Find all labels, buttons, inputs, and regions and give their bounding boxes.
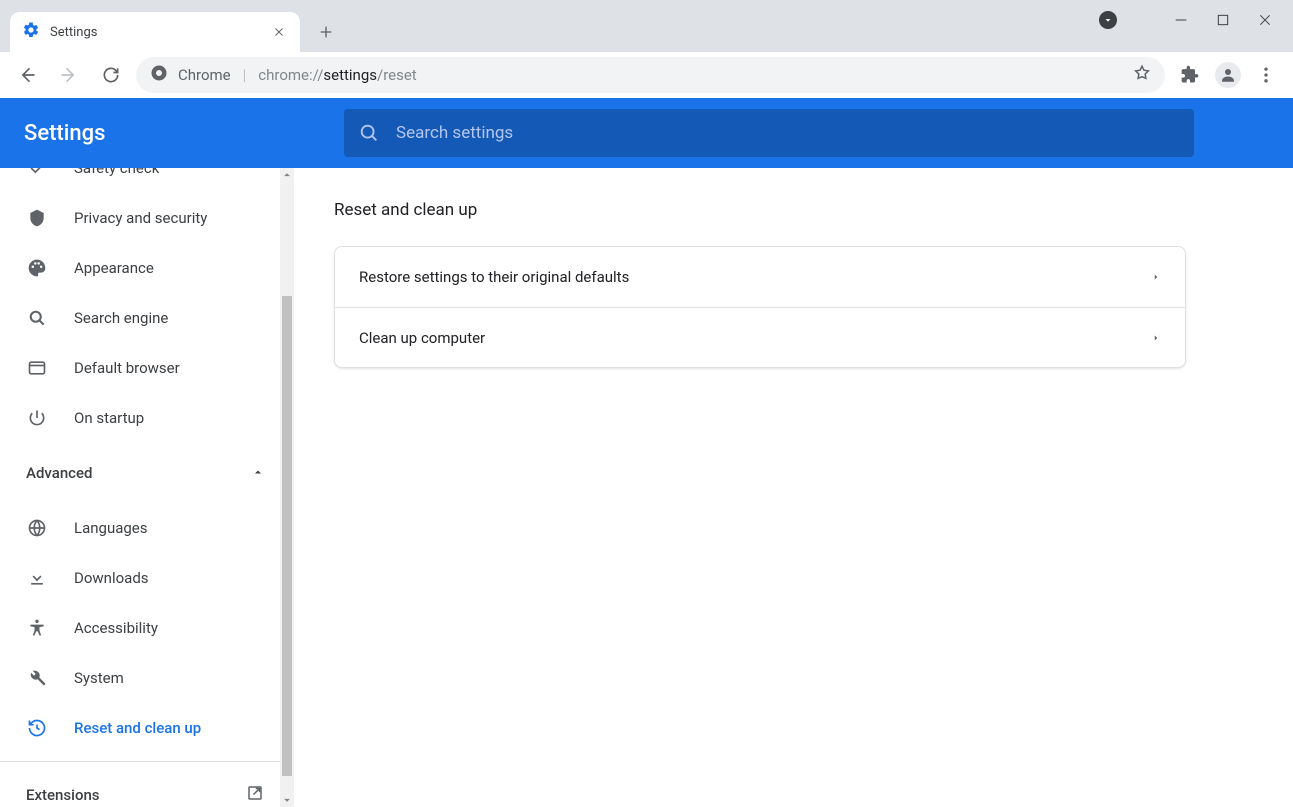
chevron-up-icon — [252, 464, 264, 482]
sidebar-item-system[interactable]: System — [0, 653, 288, 703]
download-icon — [26, 567, 48, 589]
sidebar-item-appearance[interactable]: Appearance — [0, 243, 288, 293]
address-bar[interactable]: Chrome | chrome://settings/reset — [136, 57, 1165, 93]
forward-button[interactable] — [52, 58, 86, 92]
share-icon[interactable] — [1099, 11, 1117, 29]
profile-avatar[interactable] — [1215, 62, 1241, 88]
search-icon — [358, 122, 380, 144]
settings-header: Settings — [0, 98, 1293, 168]
extensions-icon[interactable] — [1173, 58, 1207, 92]
chrome-icon — [150, 64, 168, 86]
search-icon — [26, 307, 48, 329]
gear-icon — [22, 21, 40, 43]
sidebar-item-extensions[interactable]: Extensions — [0, 770, 288, 807]
row-clean-up-computer[interactable]: Clean up computer — [335, 307, 1185, 367]
url-text: chrome://settings/reset — [258, 66, 1123, 84]
sidebar-advanced-toggle[interactable]: Advanced — [0, 443, 288, 503]
sidebar-item-privacy[interactable]: Privacy and security — [0, 193, 288, 243]
section-title: Reset and clean up — [334, 200, 1253, 220]
globe-icon — [26, 517, 48, 539]
browser-icon — [26, 357, 48, 379]
wrench-icon — [26, 667, 48, 689]
new-tab-button[interactable] — [310, 16, 342, 48]
tab-strip: Settings — [0, 0, 1293, 52]
bookmark-icon[interactable] — [1133, 64, 1151, 86]
close-icon[interactable] — [270, 23, 288, 41]
sidebar-item-languages[interactable]: Languages — [0, 503, 288, 553]
search-input[interactable] — [396, 123, 1180, 143]
settings-sidebar: You and Google Autofill Safety check Pri… — [0, 168, 294, 807]
window-controls — [1079, 0, 1293, 40]
restore-icon — [26, 717, 48, 739]
minimize-button[interactable] — [1173, 12, 1189, 28]
palette-icon — [26, 257, 48, 279]
origin-label: Chrome — [178, 66, 231, 84]
back-button[interactable] — [10, 58, 44, 92]
chevron-right-icon — [1151, 268, 1161, 286]
page-title: Settings — [24, 121, 304, 146]
open-in-new-icon — [246, 784, 264, 806]
power-icon — [26, 407, 48, 429]
shield-icon — [26, 207, 48, 229]
sidebar-scrollbar[interactable] — [280, 168, 294, 807]
browser-toolbar: Chrome | chrome://settings/reset — [0, 52, 1293, 98]
chevron-right-icon — [1151, 329, 1161, 347]
scrollbar-thumb[interactable] — [282, 296, 292, 776]
maximize-button[interactable] — [1215, 12, 1231, 28]
sidebar-item-on-startup[interactable]: On startup — [0, 393, 288, 443]
row-restore-defaults[interactable]: Restore settings to their original defau… — [335, 247, 1185, 307]
tab-title: Settings — [50, 25, 260, 40]
browser-tab[interactable]: Settings — [10, 12, 300, 52]
close-button[interactable] — [1257, 12, 1273, 28]
reload-button[interactable] — [94, 58, 128, 92]
check-icon — [26, 168, 48, 179]
scroll-up-icon[interactable] — [280, 168, 294, 182]
menu-button[interactable] — [1249, 58, 1283, 92]
page-body: You and Google Autofill Safety check Pri… — [0, 168, 1293, 807]
sidebar-item-default-browser[interactable]: Default browser — [0, 343, 288, 393]
scroll-down-icon[interactable] — [280, 793, 294, 807]
settings-main: Reset and clean up Restore settings to t… — [294, 168, 1293, 807]
sidebar-item-search-engine[interactable]: Search engine — [0, 293, 288, 343]
sidebar-item-reset[interactable]: Reset and clean up — [0, 703, 288, 753]
search-container[interactable] — [344, 109, 1194, 157]
sidebar-item-safety-check[interactable]: Safety check — [0, 168, 288, 193]
accessibility-icon — [26, 617, 48, 639]
divider — [0, 761, 288, 762]
sidebar-item-accessibility[interactable]: Accessibility — [0, 603, 288, 653]
reset-card: Restore settings to their original defau… — [334, 246, 1186, 368]
sidebar-item-downloads[interactable]: Downloads — [0, 553, 288, 603]
